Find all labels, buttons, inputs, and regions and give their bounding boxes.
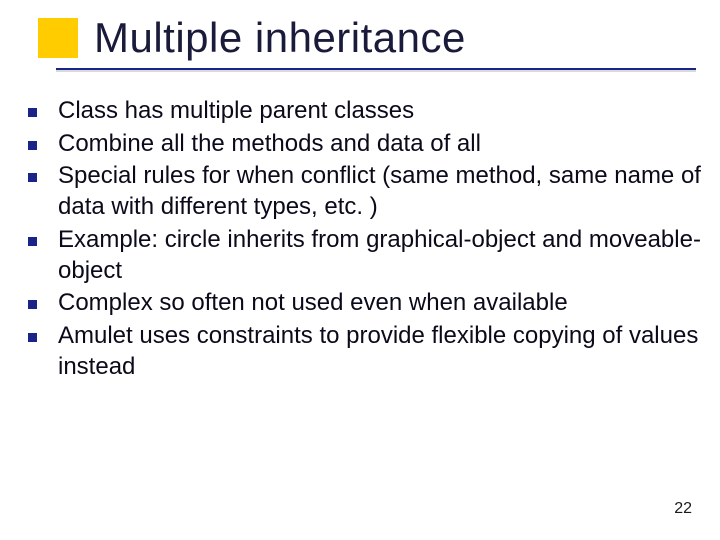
bullet-text: Amulet uses constraints to provide flexi…: [58, 321, 704, 382]
list-item: Amulet uses constraints to provide flexi…: [26, 321, 704, 382]
bullet-list: Class has multiple parent classes Combin…: [26, 96, 704, 384]
square-bullet-icon: [28, 173, 37, 182]
list-item: Combine all the methods and data of all: [26, 129, 704, 160]
slide: Multiple inheritance Class has multiple …: [0, 0, 720, 540]
bullet-text: Example: circle inherits from graphical-…: [58, 225, 704, 286]
title-rule-bottom: [56, 70, 696, 72]
page-number: 22: [674, 500, 692, 518]
list-item: Example: circle inherits from graphical-…: [26, 225, 704, 286]
bullet-text: Combine all the methods and data of all: [58, 129, 481, 160]
square-bullet-icon: [28, 141, 37, 150]
bullet-text: Complex so often not used even when avai…: [58, 288, 568, 319]
square-bullet-icon: [28, 237, 37, 246]
list-item: Complex so often not used even when avai…: [26, 288, 704, 319]
title-rule-top: [56, 68, 696, 70]
square-bullet-icon: [28, 333, 37, 342]
bullet-text: Special rules for when conflict (same me…: [58, 161, 704, 222]
list-item: Special rules for when conflict (same me…: [26, 161, 704, 222]
square-bullet-icon: [28, 300, 37, 309]
bullet-text: Class has multiple parent classes: [58, 96, 414, 127]
square-bullet-icon: [28, 108, 37, 117]
list-item: Class has multiple parent classes: [26, 96, 704, 127]
title-accent-box: [38, 18, 78, 58]
slide-title: Multiple inheritance: [94, 14, 466, 62]
